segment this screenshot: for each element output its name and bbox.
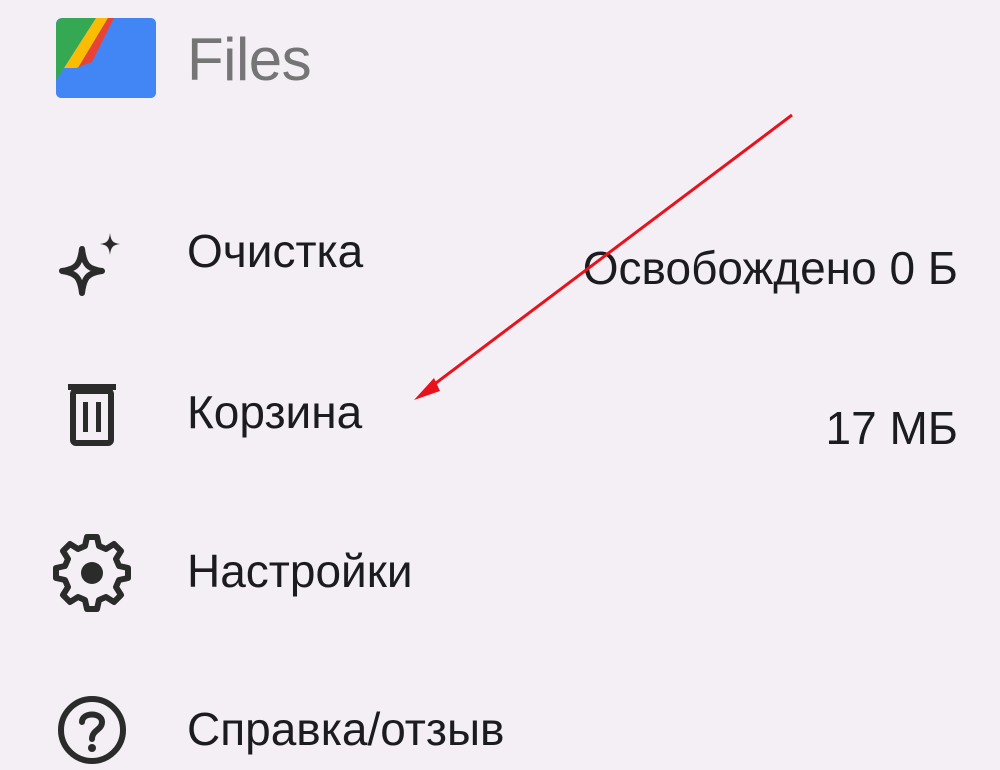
trash-icon [52, 370, 132, 450]
menu-item-cleanup[interactable]: Очистка Освобождено 0 Б [0, 165, 1000, 325]
menu-item-label: Корзина [187, 386, 363, 438]
menu-item-label: Очистка [187, 225, 364, 277]
menu-item-label: Настройки [187, 545, 413, 597]
app-header: Files [0, 0, 1000, 130]
sparkle-icon [52, 227, 132, 307]
app-title: Files [187, 26, 312, 93]
menu-item-settings[interactable]: Настройки [0, 495, 1000, 655]
gear-icon [52, 533, 132, 613]
menu-item-help[interactable]: Справка/отзыв [0, 660, 1000, 764]
menu-item-trash[interactable]: Корзина 17 МБ [0, 330, 1000, 490]
files-logo-icon [56, 18, 156, 98]
menu-item-label: Справка/отзыв [187, 703, 505, 755]
help-icon [52, 690, 132, 770]
menu-item-value: 17 МБ [825, 402, 958, 454]
menu-item-value: Освобождено 0 Б [582, 242, 958, 294]
